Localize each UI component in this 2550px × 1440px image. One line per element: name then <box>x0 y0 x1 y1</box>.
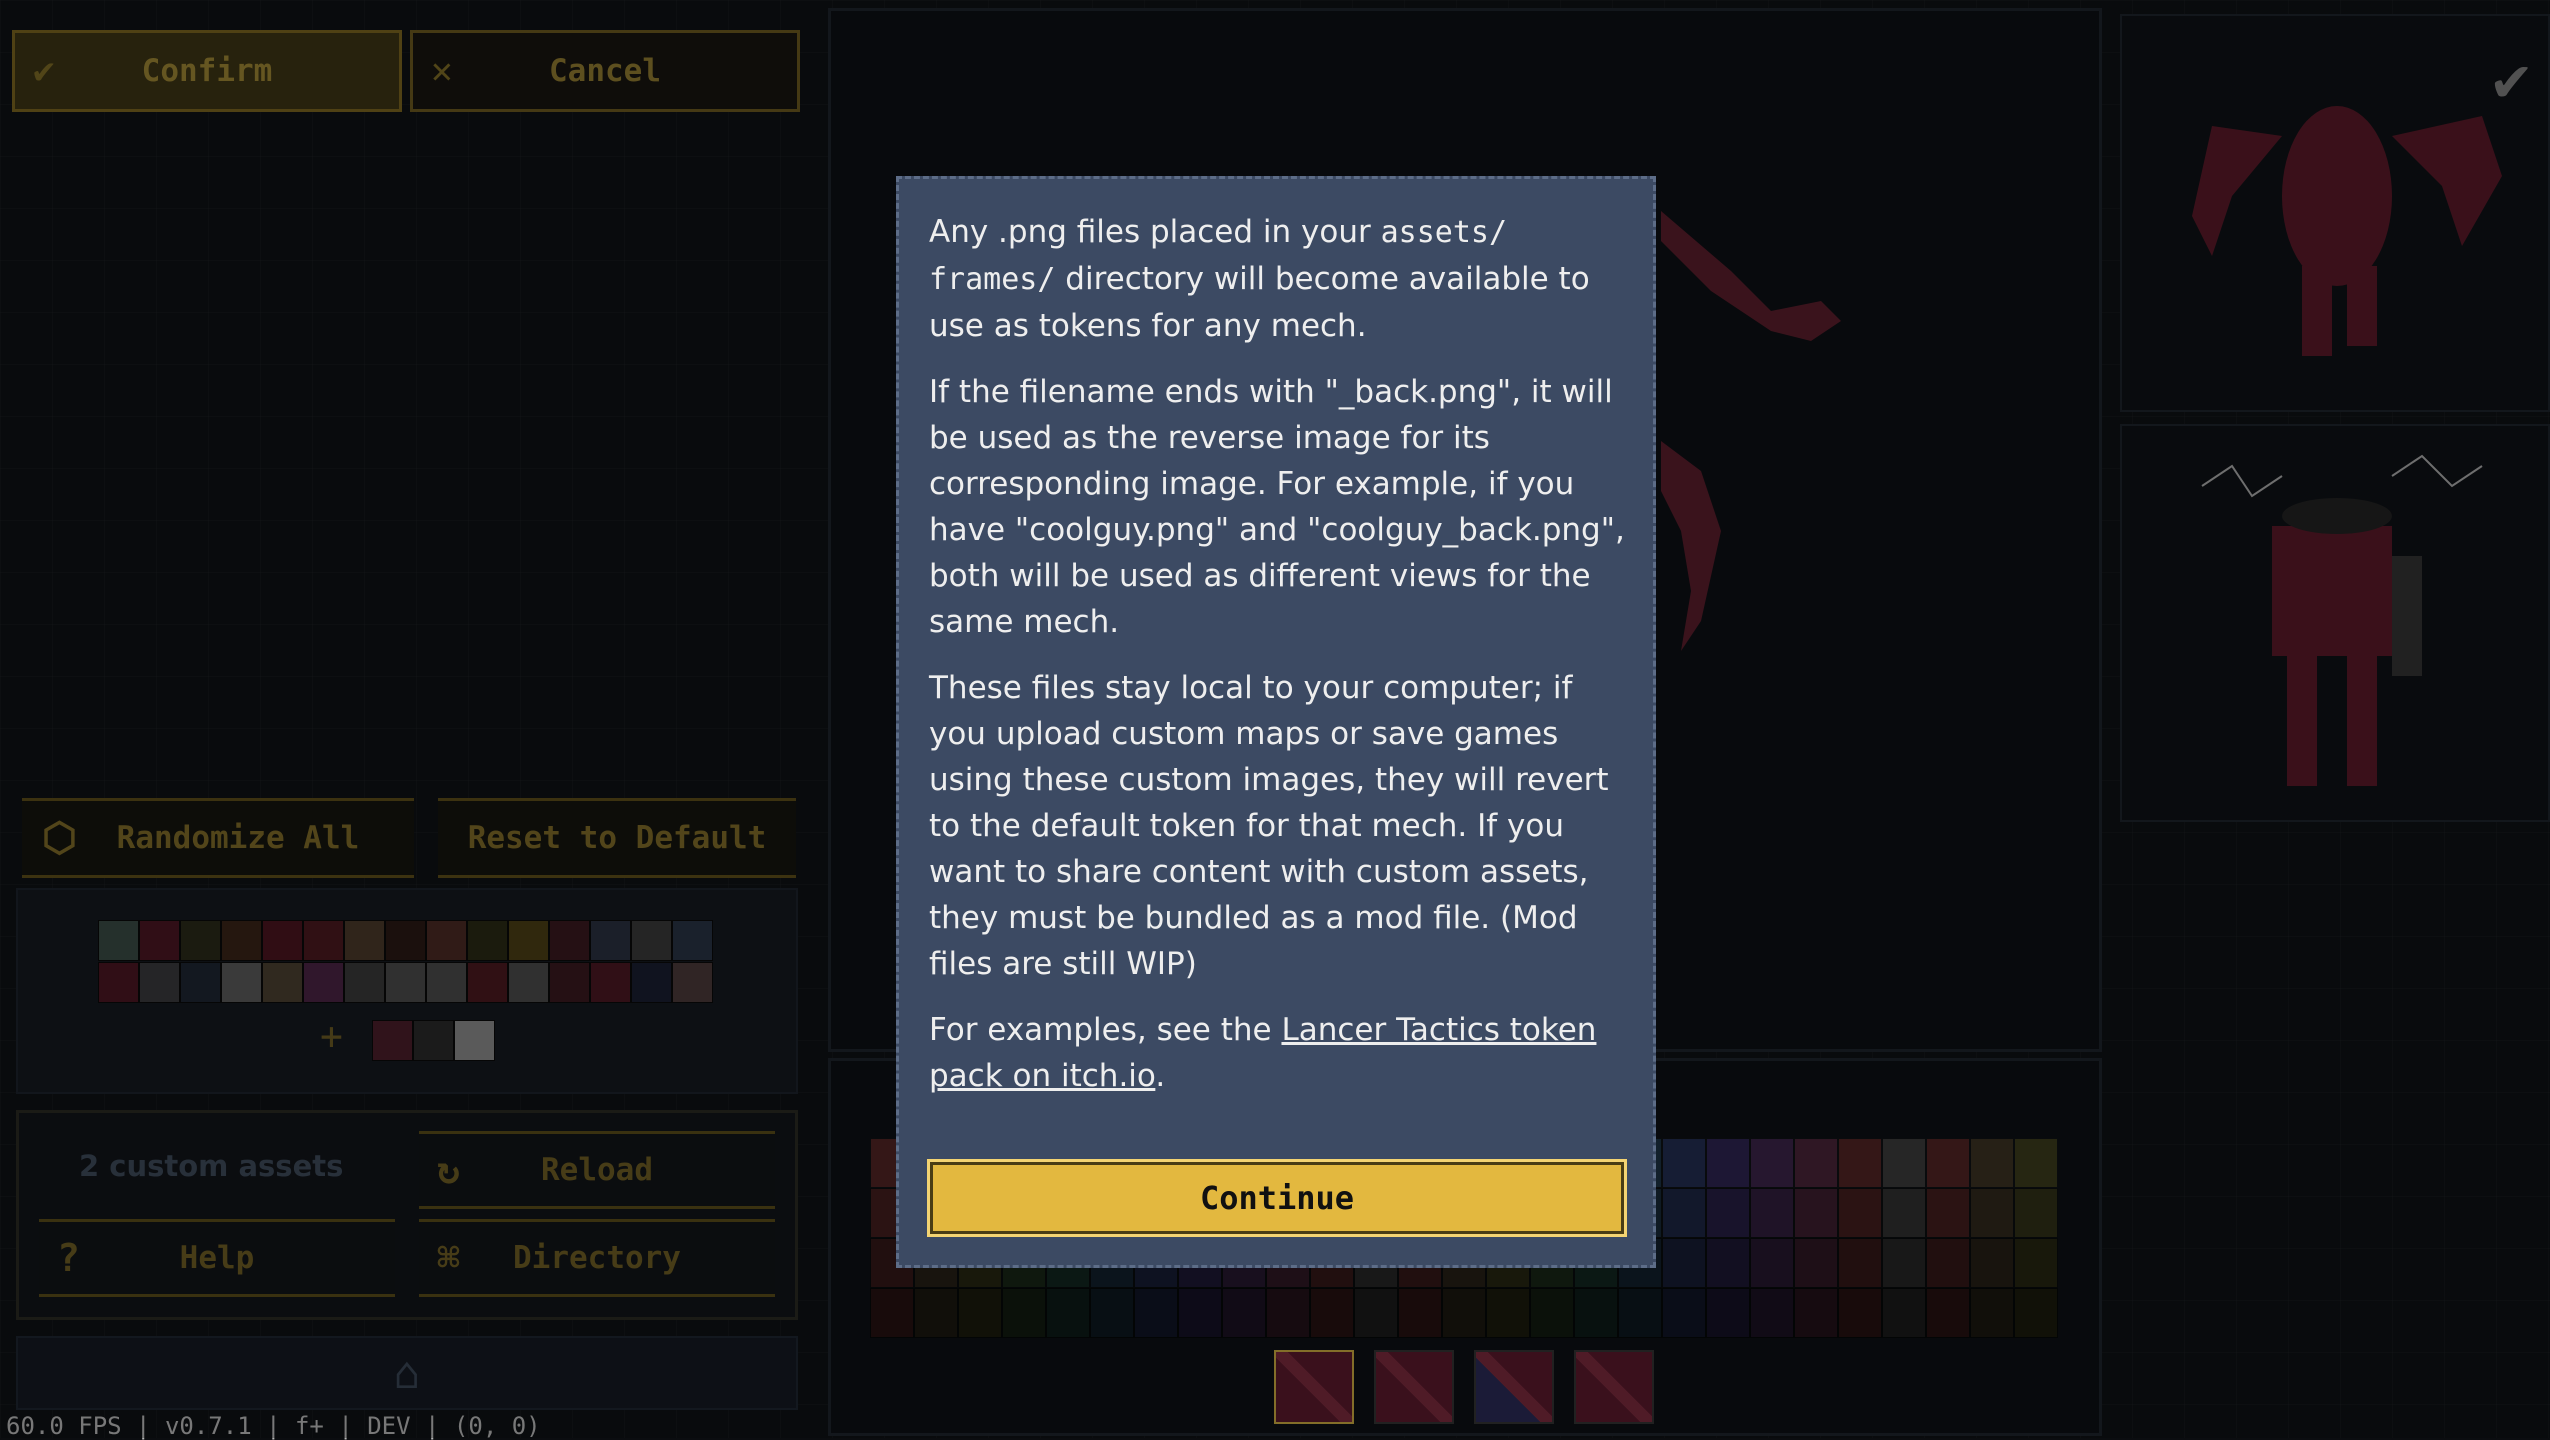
continue-button[interactable]: Continue <box>927 1159 1627 1237</box>
p4-text-a: For examples, see the <box>929 1012 1282 1048</box>
frames-path-code: frames/ <box>929 262 1056 297</box>
custom-assets-info-dialog: Any .png files placed in your assets/ fr… <box>896 176 1656 1268</box>
info-paragraph-2: If the filename ends with "_back.png", i… <box>929 374 1625 640</box>
p1-text-a: Any .png files placed in your <box>929 214 1381 250</box>
info-paragraph-1: Any .png files placed in your assets/ fr… <box>929 209 1625 349</box>
p4-text-b: . <box>1155 1058 1166 1094</box>
info-paragraph-3: These files stay local to your computer;… <box>929 670 1609 982</box>
info-paragraph-4: For examples, see the Lancer Tactics tok… <box>929 1007 1625 1099</box>
assets-path-code: assets/ <box>1380 215 1508 250</box>
